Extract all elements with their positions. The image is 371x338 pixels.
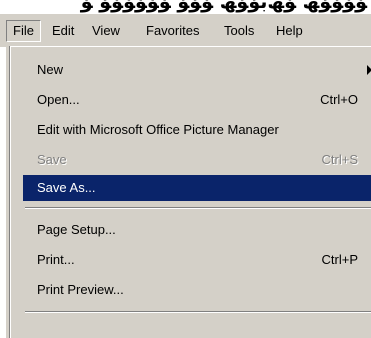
menu-tools[interactable]: Tools xyxy=(218,20,260,42)
menu-item-shortcut: Ctrl+P xyxy=(321,252,358,267)
menu-item-save-as[interactable]: Save As... xyxy=(23,175,371,201)
menu-item-print[interactable]: Print... Ctrl+P xyxy=(23,247,371,273)
menu-bar: File Edit View Favorites Tools Help xyxy=(0,14,371,47)
menu-item-label: Print Preview... xyxy=(37,282,124,297)
menu-help[interactable]: Help xyxy=(270,20,309,42)
menu-item-label: Edit with Microsoft Office Picture Manag… xyxy=(37,122,279,137)
menu-item-open[interactable]: Open... Ctrl+O xyxy=(23,87,371,113)
menu-item-label: Save xyxy=(37,152,67,167)
menu-item-label: Open... xyxy=(37,92,80,107)
menu-item-edit-with-picture-manager[interactable]: Edit with Microsoft Office Picture Manag… xyxy=(23,117,371,143)
menu-separator xyxy=(25,207,371,209)
menu-item-label: Save As... xyxy=(37,180,96,195)
menu-view[interactable]: View xyxy=(86,20,126,42)
menu-favorites[interactable]: Favorites xyxy=(140,20,205,42)
page-caption: ﯚﯚﯚﯚﮫ ﯚﮫﺑﯚﯚﮫ ﯚﯚﯚ ﯚﯚﯚﯚﯚﯚ ﯚ xyxy=(80,0,367,13)
submenu-arrow-icon xyxy=(367,65,371,75)
file-menu-dropdown: New Open... Ctrl+O Edit with Microsoft O… xyxy=(10,46,371,338)
menu-item-label: New xyxy=(37,62,64,77)
menu-item-shortcut: Ctrl+S xyxy=(321,152,358,167)
menu-item-save: Save Ctrl+S xyxy=(23,147,371,173)
menu-item-label: Print... xyxy=(37,252,75,267)
menu-item-page-setup[interactable]: Page Setup... xyxy=(23,217,371,243)
menu-item-shortcut: Ctrl+O xyxy=(320,92,358,107)
menu-item-print-preview[interactable]: Print Preview... xyxy=(23,277,371,303)
menu-item-new[interactable]: New xyxy=(23,57,371,83)
screenshot-root: ﯚﯚﯚﯚﮫ ﯚﮫﺑﯚﯚﮫ ﯚﯚﯚ ﯚﯚﯚﯚﯚﯚ ﯚ File Edit View… xyxy=(0,0,371,338)
menu-file[interactable]: File xyxy=(6,20,41,42)
menu-separator xyxy=(25,311,371,313)
menu-edit[interactable]: Edit xyxy=(46,20,80,42)
menu-item-label: Page Setup... xyxy=(37,222,116,237)
